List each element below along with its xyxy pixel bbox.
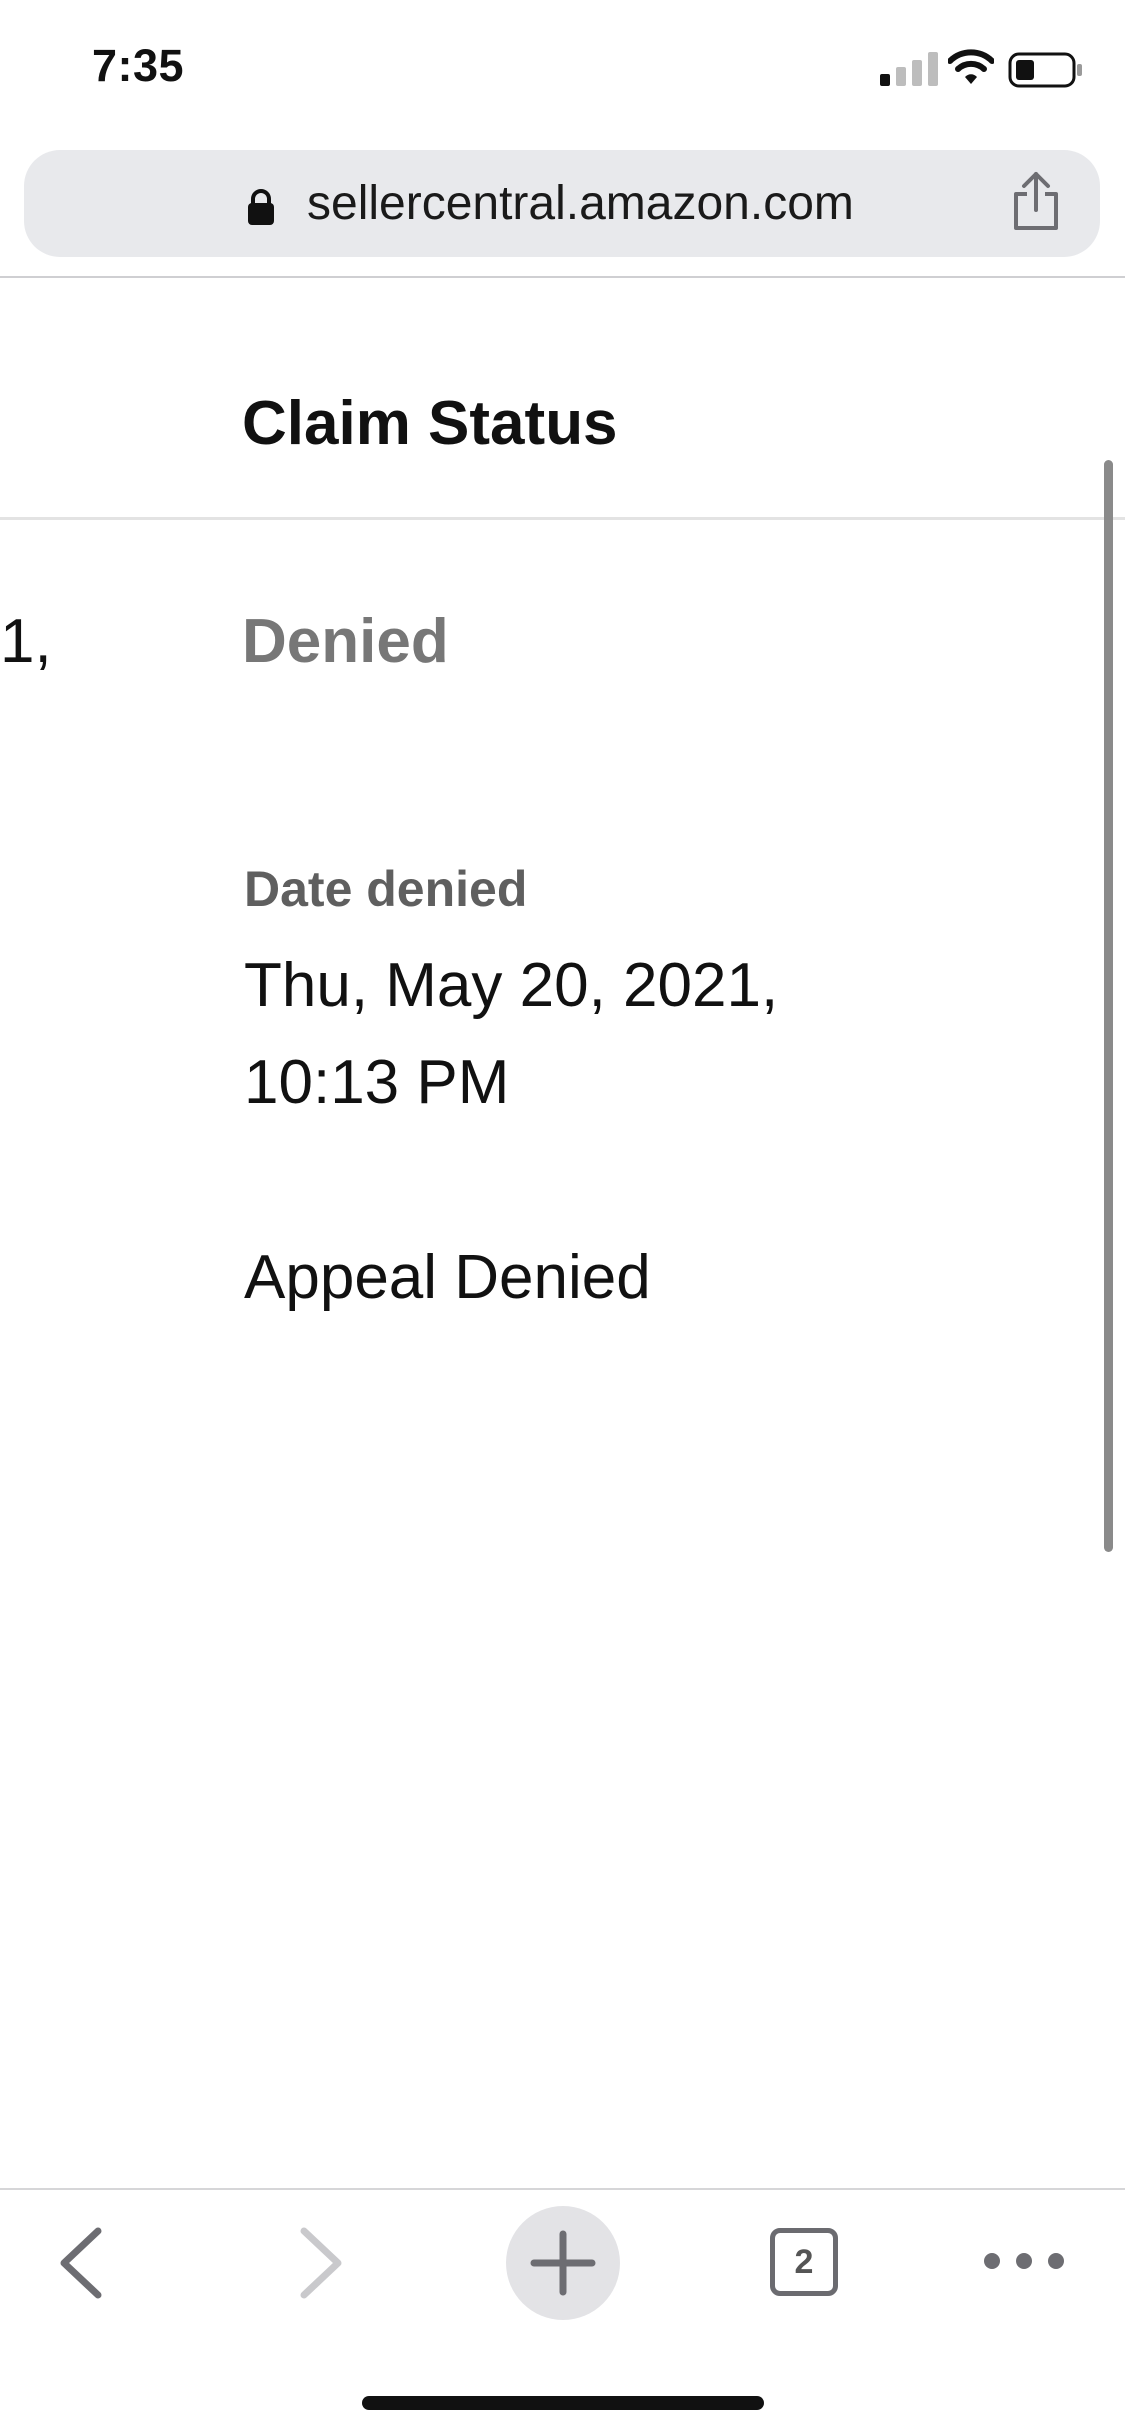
column-title: Claim Status	[242, 389, 618, 458]
address-bar-divider	[0, 276, 1125, 278]
tabs-button[interactable]: 2	[770, 2228, 838, 2296]
lock-icon	[248, 189, 274, 225]
battery-icon	[1008, 52, 1082, 88]
back-icon[interactable]	[54, 2225, 110, 2301]
url-text[interactable]: sellercentral.amazon.com	[307, 176, 854, 231]
appeal-status-note: Appeal Denied	[244, 1243, 651, 1312]
share-icon[interactable]	[1010, 170, 1062, 232]
scrollbar[interactable]	[1104, 460, 1113, 1552]
status-time: 7:35	[92, 40, 185, 91]
new-tab-button[interactable]	[506, 2206, 620, 2320]
left-column-fragment: 1,	[0, 607, 52, 676]
home-indicator	[362, 2396, 764, 2410]
wifi-icon	[948, 49, 994, 84]
forward-icon[interactable]	[292, 2225, 348, 2301]
claim-status-value: Denied	[242, 607, 449, 676]
plus-icon	[530, 2230, 596, 2296]
more-icon[interactable]	[982, 2245, 1066, 2277]
signal-icon	[880, 52, 938, 86]
date-denied-time: 10:13 PM	[244, 1048, 510, 1117]
toolbar-divider	[0, 2188, 1125, 2190]
header-divider	[0, 517, 1125, 520]
date-denied-label: Date denied	[244, 861, 528, 917]
date-denied-value: Thu, May 20, 2021,	[244, 951, 779, 1020]
